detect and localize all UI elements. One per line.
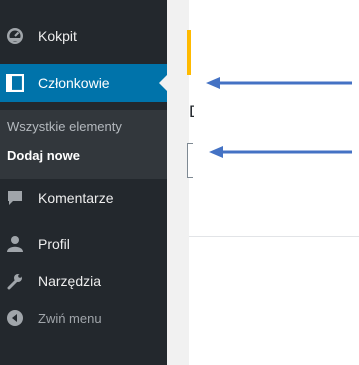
arrow-left-icon (209, 146, 352, 158)
arrow-left-icon (206, 77, 352, 89)
annotation-arrows (206, 77, 352, 158)
